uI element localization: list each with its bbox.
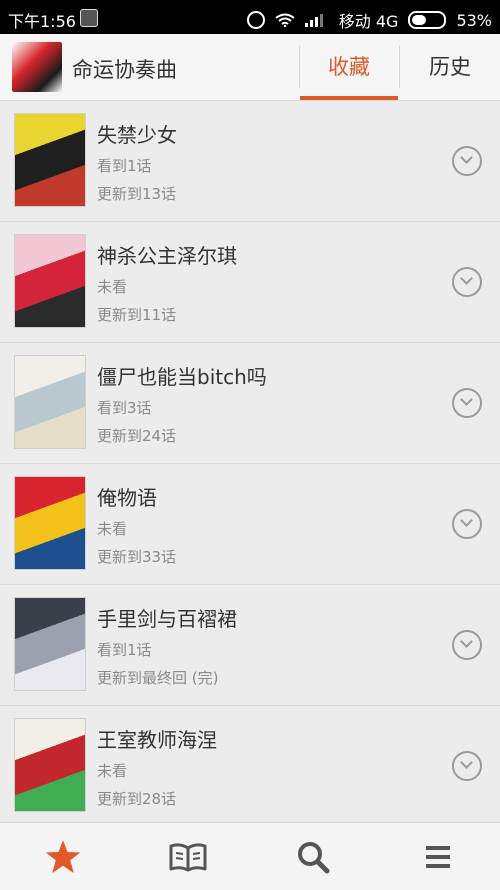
alarm-icon [246, 11, 265, 29]
list-item[interactable]: 僵尸也能当bitch吗 看到3话 更新到24话 [0, 343, 500, 464]
wifi-icon [275, 13, 295, 27]
chevron-down-icon[interactable] [452, 388, 482, 418]
chevron-down-icon[interactable] [452, 509, 482, 539]
chevron-down-icon[interactable] [452, 146, 482, 176]
notification-app-icon [80, 9, 98, 27]
tab-history[interactable]: 历史 [400, 34, 500, 96]
active-tab-indicator [300, 96, 398, 100]
list-item[interactable]: 失禁少女 看到1话 更新到13话 [0, 101, 500, 222]
watched-progress: 未看 [97, 520, 128, 538]
app-title: 命运协奏曲 [72, 58, 177, 82]
battery-percent: 53% [456, 10, 492, 30]
watched-progress: 未看 [97, 762, 128, 780]
comic-title: 僵尸也能当bitch吗 [97, 365, 267, 389]
watched-progress: 看到3话 [97, 399, 152, 417]
list-item[interactable]: 王室教师海涅 未看 更新到28话 [0, 706, 500, 827]
comic-title: 俺物语 [97, 486, 157, 510]
watched-progress: 未看 [97, 278, 128, 296]
list-item[interactable]: 神杀公主泽尔琪 未看 更新到11话 [0, 222, 500, 343]
battery-fill [412, 15, 427, 25]
update-status: 更新到28话 [97, 790, 177, 808]
comic-cover [14, 355, 86, 449]
comic-title: 手里剑与百褶裙 [97, 607, 237, 631]
update-status: 更新到24话 [97, 427, 177, 445]
nav-favorites[interactable] [0, 823, 125, 890]
status-time: 下午1:56 [8, 12, 76, 31]
star-icon [45, 839, 80, 873]
app-avatar[interactable] [12, 42, 62, 92]
status-indicators: 移动 4G 53% [246, 8, 492, 32]
watched-progress: 看到1话 [97, 641, 152, 659]
app-header: 命运协奏曲 收藏 历史 [0, 34, 500, 101]
update-status: 更新到最终回 (完) [97, 669, 219, 687]
comic-cover [14, 476, 86, 570]
favorites-list: 失禁少女 看到1话 更新到13话 神杀公主泽尔琪 未看 更新到11话 僵尸也能当… [0, 101, 500, 827]
battery-icon [408, 11, 447, 29]
status-bar: 下午1:56 移动 4G 53% [0, 0, 500, 34]
comic-title: 失禁少女 [97, 123, 177, 147]
chevron-down-icon[interactable] [452, 751, 482, 781]
comic-cover [14, 234, 86, 328]
comic-cover [14, 718, 86, 812]
update-status: 更新到33话 [97, 548, 177, 566]
list-item[interactable]: 俺物语 未看 更新到33话 [0, 464, 500, 585]
comic-cover [14, 597, 86, 691]
book-icon [169, 842, 206, 871]
list-item[interactable]: 手里剑与百褶裙 看到1话 更新到最终回 (完) [0, 585, 500, 706]
chevron-down-icon[interactable] [452, 630, 482, 660]
comic-cover [14, 113, 86, 207]
nav-menu[interactable] [375, 823, 500, 890]
chevron-down-icon[interactable] [452, 267, 482, 297]
menu-icon [425, 845, 450, 868]
tab-favorites[interactable]: 收藏 [300, 34, 398, 96]
watched-progress: 看到1话 [97, 157, 152, 175]
nav-search[interactable] [250, 823, 375, 890]
search-icon [297, 841, 329, 873]
bottom-navigation [0, 822, 500, 890]
update-status: 更新到11话 [97, 306, 177, 324]
signal-icon [304, 14, 323, 27]
comic-title: 神杀公主泽尔琪 [97, 244, 237, 268]
carrier-label: 移动 4G [338, 12, 399, 31]
nav-library[interactable] [125, 823, 250, 890]
comic-title: 王室教师海涅 [97, 728, 217, 752]
update-status: 更新到13话 [97, 185, 177, 203]
